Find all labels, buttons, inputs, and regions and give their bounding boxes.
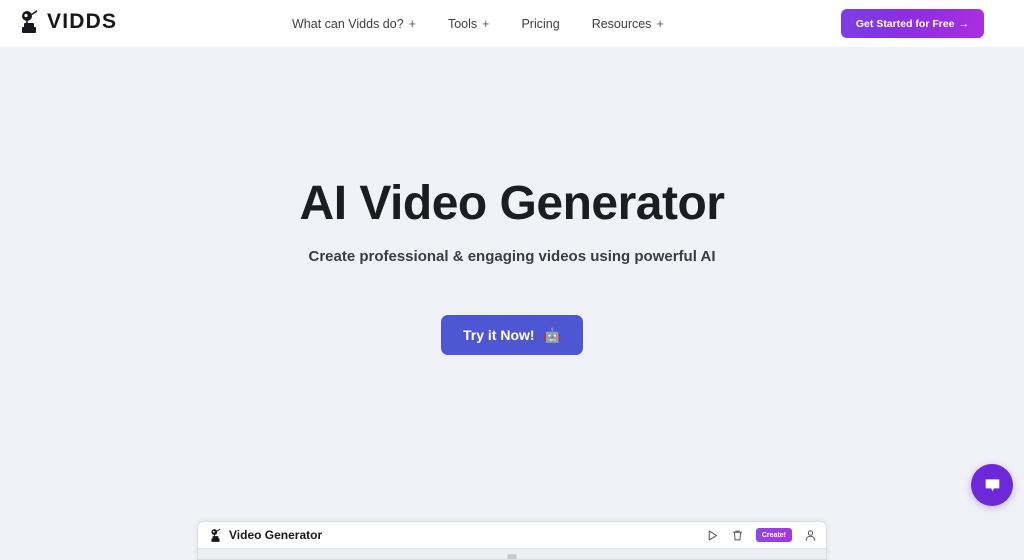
nav-item-pricing[interactable]: Pricing bbox=[521, 17, 559, 31]
get-started-label: Get Started for Free bbox=[855, 17, 955, 30]
person-icon[interactable] bbox=[804, 529, 817, 542]
panel-title: Video Generator bbox=[229, 528, 323, 542]
nav-label: Tools bbox=[447, 16, 478, 31]
brand-name: VIDDS bbox=[47, 10, 118, 33]
nav-label: Resources bbox=[591, 16, 652, 31]
hero-section: AI Video Generator Create professional &… bbox=[0, 47, 1024, 560]
plus-icon: + bbox=[482, 16, 490, 31]
robot-camera-icon bbox=[22, 10, 37, 33]
try-it-now-button[interactable]: Try it Now! 🤖 bbox=[441, 315, 583, 355]
plus-icon: + bbox=[408, 16, 416, 31]
video-generator-panel: Video Generator Create! bbox=[197, 521, 827, 560]
panel-toolbar: Video Generator Create! bbox=[198, 522, 826, 549]
hero-subtitle: Create professional & engaging videos us… bbox=[308, 248, 716, 265]
site-header: VIDDS What can Vidds do? + Tools + Prici… bbox=[0, 0, 1024, 47]
trash-icon[interactable] bbox=[731, 529, 744, 542]
nav-label: What can Vidds do? bbox=[292, 16, 404, 31]
nav-label: Pricing bbox=[521, 16, 560, 31]
panel-content-area bbox=[198, 549, 826, 559]
page-title: AI Video Generator bbox=[299, 177, 725, 230]
brand-logo[interactable]: VIDDS bbox=[18, 9, 117, 35]
nav-item-what-can-vidds-do[interactable]: What can Vidds do? + bbox=[292, 17, 416, 31]
chat-bubble-icon bbox=[985, 478, 999, 491]
panel-tool-group: Create! bbox=[706, 528, 817, 542]
create-label: Create! bbox=[761, 531, 786, 539]
plus-icon: + bbox=[656, 16, 664, 31]
nav-item-resources[interactable]: Resources + bbox=[592, 17, 664, 31]
panel-placeholder-element bbox=[507, 554, 517, 559]
get-started-button[interactable]: Get Started for Free → bbox=[840, 9, 984, 38]
try-it-now-label: Try it Now! bbox=[463, 327, 535, 343]
robot-icon: 🤖 bbox=[543, 327, 561, 343]
play-icon[interactable] bbox=[706, 529, 719, 542]
main-navigation: What can Vidds do? + Tools + Pricing Res… bbox=[292, 0, 664, 47]
nav-item-tools[interactable]: Tools + bbox=[448, 17, 490, 31]
chat-widget-button[interactable] bbox=[971, 464, 1013, 506]
robot-camera-icon bbox=[211, 528, 221, 542]
create-button[interactable]: Create! bbox=[755, 528, 792, 542]
panel-title-group: Video Generator bbox=[209, 528, 322, 543]
arrow-right-icon: → bbox=[958, 17, 970, 30]
